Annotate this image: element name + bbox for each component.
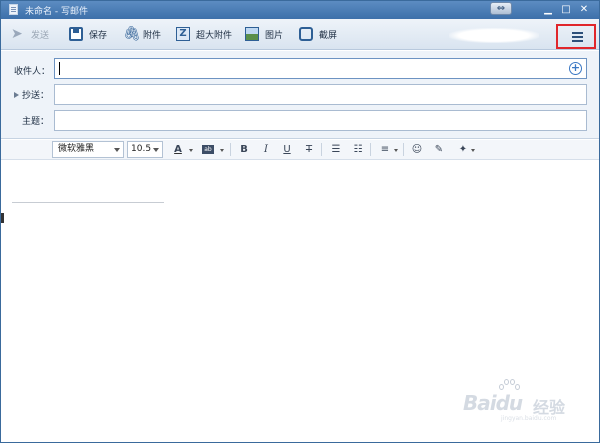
paper-plane-icon: ➤ [11, 26, 23, 42]
message-header: 收件人： + 抄送： 主题： [1, 51, 599, 139]
cc-label-row[interactable]: 抄送： [14, 88, 49, 101]
divider [370, 143, 371, 156]
watermark-url: jingyan.baidu.com [501, 415, 557, 422]
insert-image-button[interactable]: 图片 [245, 26, 283, 42]
font-size-select[interactable]: 10.5 [127, 141, 163, 158]
magic-wand-icon[interactable]: ✦ [456, 142, 470, 157]
font-family-select[interactable]: 微软雅黑 [52, 141, 124, 158]
compose-window: 未命名 - 写邮件 ⇔ ▁ □ ✕ ➤ 发送 保存 🖇 附件 Z 超大附件 图片… [0, 0, 600, 443]
chevron-down-icon[interactable] [220, 149, 224, 152]
window-title: 未命名 - 写邮件 [25, 7, 88, 17]
save-label: 保存 [89, 30, 108, 41]
format-toolbar: 微软雅黑 10.5 A ab B I U T ☰ ☷ ≡ ☺ ✎ ✦ [1, 140, 599, 160]
emoji-icon[interactable]: ☺ [410, 142, 424, 157]
watermark: Baidu 经验 jingyan.baidu.com [441, 379, 581, 422]
minimize-icon[interactable]: ▁ [541, 3, 555, 17]
font-family-value: 微软雅黑 [58, 144, 95, 154]
maximize-icon[interactable]: □ [559, 3, 573, 17]
screenshot-label: 截屏 [319, 30, 338, 41]
highlight-icon: ab [202, 145, 214, 154]
watermark-brand: Baidu [463, 391, 523, 415]
crop-icon [299, 27, 313, 41]
divider [230, 143, 231, 156]
font-color-button[interactable]: A [171, 142, 185, 157]
restore-arrows-icon[interactable]: ⇔ [490, 2, 512, 15]
recipient-field[interactable]: + [54, 58, 587, 79]
send-button[interactable]: ➤ 发送 [11, 26, 49, 42]
expand-arrow-icon [14, 92, 19, 98]
signature-separator [12, 202, 164, 203]
save-button[interactable]: 保存 [69, 26, 107, 42]
add-contact-icon[interactable]: + [569, 62, 582, 75]
cc-field[interactable] [54, 84, 587, 105]
divider [403, 143, 404, 156]
attachment-label: 附件 [143, 30, 162, 41]
strikethrough-button[interactable]: T [302, 142, 316, 157]
chevron-down-icon[interactable] [189, 149, 193, 152]
text-cursor [59, 62, 60, 75]
chevron-down-icon [153, 148, 159, 152]
italic-button[interactable]: I [259, 142, 273, 157]
edge-marker [1, 213, 4, 223]
blurred-area [449, 28, 539, 43]
recipient-label: 收件人： [14, 67, 51, 77]
subject-field[interactable] [54, 110, 587, 131]
send-label: 发送 [31, 30, 50, 41]
numbered-list-icon[interactable]: ☷ [351, 142, 365, 157]
screenshot-button[interactable]: 截屏 [299, 26, 337, 42]
large-file-icon: Z [176, 27, 190, 41]
large-attachment-label: 超大附件 [196, 30, 233, 41]
paperclip-icon: 🖇 [123, 26, 141, 42]
list-menu-icon [572, 32, 583, 42]
underline-button[interactable]: U [280, 142, 294, 157]
chevron-down-icon[interactable] [394, 149, 398, 152]
picture-icon [245, 27, 259, 41]
bold-button[interactable]: B [237, 142, 251, 157]
font-size-value: 10.5 [131, 144, 152, 154]
subject-label: 主题： [22, 117, 50, 127]
document-icon [9, 4, 18, 15]
signature-icon[interactable]: ✎ [432, 142, 446, 157]
chevron-down-icon [114, 148, 120, 152]
highlight-color-button[interactable]: ab [201, 142, 215, 157]
font-color-icon: A [174, 144, 182, 155]
chevron-down-icon[interactable] [471, 149, 475, 152]
title-bar[interactable]: 未命名 - 写邮件 ⇔ ▁ □ ✕ [1, 1, 599, 19]
cc-label: 抄送： [22, 91, 50, 101]
floppy-disk-icon [69, 27, 83, 41]
attachment-button[interactable]: 🖇 附件 [123, 26, 161, 42]
close-icon[interactable]: ✕ [577, 3, 591, 17]
align-icon[interactable]: ≡ [378, 142, 392, 157]
menu-button[interactable] [556, 24, 596, 49]
bulleted-list-icon[interactable]: ☰ [329, 142, 343, 157]
divider [321, 143, 322, 156]
insert-image-label: 图片 [265, 30, 284, 41]
large-attachment-button[interactable]: Z 超大附件 [176, 26, 232, 42]
